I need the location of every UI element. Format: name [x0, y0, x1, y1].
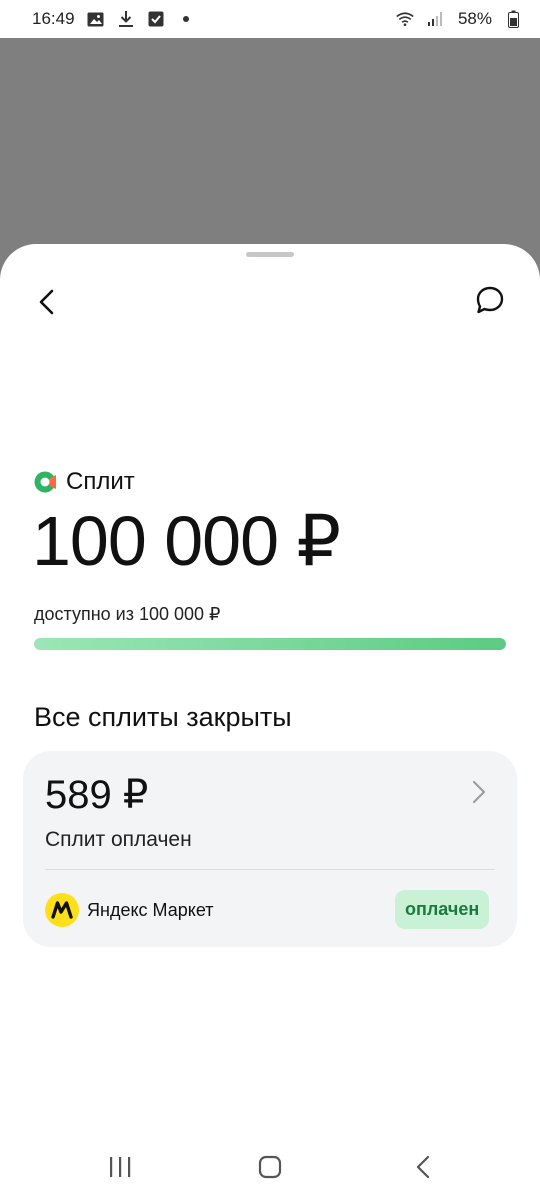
- card-divider: [45, 869, 495, 870]
- available-limit-text: доступно из 100 000 ₽: [34, 604, 221, 624]
- split-card[interactable]: 589 ₽ Сплит оплачен Яндекс Маркет оплаче…: [23, 751, 517, 947]
- limit-progress-bar: [34, 638, 506, 650]
- status-bar: 16:49 58%: [0, 0, 540, 38]
- system-nav-bar: [0, 1136, 540, 1200]
- merchant-name: Яндекс Маркет: [87, 900, 214, 920]
- wifi-icon: [396, 10, 414, 28]
- support-chat-button[interactable]: [468, 278, 512, 322]
- sheet-grab-handle[interactable]: [246, 252, 294, 257]
- chat-bubble-icon: [476, 286, 504, 314]
- download-icon: [117, 10, 135, 28]
- yandex-market-logo-icon: [45, 893, 79, 927]
- status-left: 16:49: [32, 9, 195, 29]
- split-logo-icon: [34, 471, 56, 493]
- back-button[interactable]: [24, 280, 68, 324]
- home-button[interactable]: [253, 1152, 287, 1182]
- chevron-left-icon: [39, 289, 54, 315]
- system-back-button[interactable]: [406, 1152, 440, 1182]
- split-brand: Сплит: [34, 468, 135, 496]
- battery-percentage: 58%: [457, 9, 492, 28]
- chevron-right-icon: [467, 779, 491, 805]
- paid-status-badge: оплачен: [395, 890, 490, 929]
- recents-icon: [110, 1157, 131, 1177]
- split-limit-amount: 100 000 ₽: [32, 502, 341, 580]
- back-arrow-icon: [416, 1155, 430, 1179]
- recents-button[interactable]: [103, 1152, 137, 1182]
- task-check-icon: [147, 10, 165, 28]
- section-title: Все сплиты закрыты: [34, 702, 292, 732]
- signal-icon: [426, 10, 444, 28]
- limit-progress-fill: [34, 638, 506, 650]
- brand-name: Сплит: [66, 468, 135, 495]
- notification-dot-icon: [177, 10, 195, 28]
- split-status: Сплит оплачен: [45, 828, 192, 851]
- gallery-icon: [87, 10, 105, 28]
- status-right: 58%: [396, 9, 522, 29]
- battery-icon: [504, 10, 522, 28]
- bottom-sheet: Сплит 100 000 ₽ доступно из 100 000 ₽ Вс…: [0, 244, 540, 1200]
- status-time: 16:49: [32, 9, 75, 28]
- split-amount: 589 ₽: [45, 773, 149, 817]
- home-icon: [258, 1155, 282, 1179]
